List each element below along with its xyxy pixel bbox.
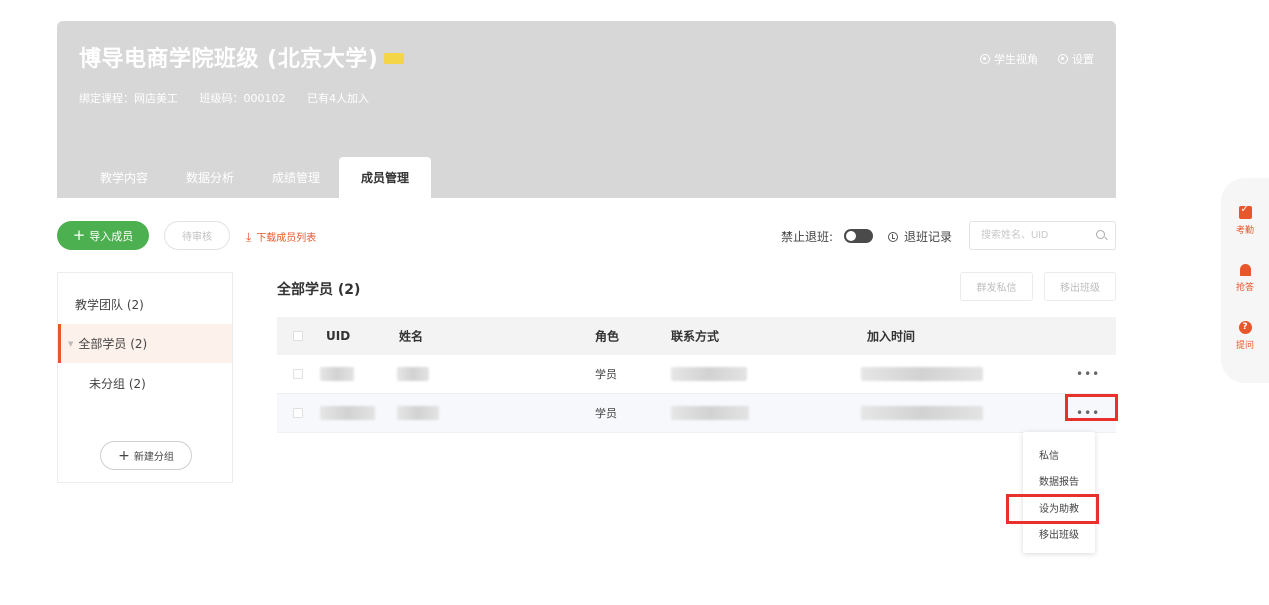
sidebar-item-teaching-team[interactable]: 教学团队 (2) bbox=[58, 285, 232, 324]
download-icon: ⤓ bbox=[246, 229, 252, 244]
sidebar-item-all-label: 全部学员 (2) bbox=[78, 337, 148, 351]
tab-teaching-content[interactable]: 教学内容 bbox=[81, 157, 167, 198]
banner-actions: 学生视角 设置 bbox=[980, 51, 1094, 67]
forbid-quit-toggle[interactable] bbox=[844, 229, 873, 243]
plus-icon: + bbox=[118, 447, 130, 464]
menu-item-remove-from-class[interactable]: 移出班级 bbox=[1039, 526, 1079, 541]
tab-data-analysis[interactable]: 数据分析 bbox=[167, 157, 253, 198]
attendance-button[interactable]: 考勤 bbox=[1221, 204, 1269, 236]
menu-item-data-report[interactable]: 数据报告 bbox=[1039, 473, 1079, 488]
tab-grade-management[interactable]: 成绩管理 bbox=[253, 157, 339, 198]
new-group-label: 新建分组 bbox=[133, 452, 174, 463]
tab-member-management[interactable]: 成员管理 bbox=[339, 157, 432, 198]
student-view-label: 学生视角 bbox=[994, 53, 1038, 66]
new-group-button[interactable]: + 新建分组 bbox=[100, 441, 192, 470]
blurred-join-time bbox=[861, 367, 983, 381]
table-header: UID 姓名 角色 联系方式 加入时间 bbox=[277, 317, 1116, 355]
search-icon[interactable] bbox=[1096, 230, 1105, 239]
class-banner: 博导电商学院班级 (北京大学) 绑定课程：网店美工 班级码：000102 已有4… bbox=[57, 21, 1116, 198]
more-options-highlight bbox=[1065, 394, 1118, 421]
import-members-label: 导入成员 bbox=[89, 229, 134, 243]
sidebar-item-all-students[interactable]: ▼ 全部学员 (2) bbox=[58, 324, 232, 363]
student-table: UID 姓名 角色 联系方式 加入时间 学员 ••• 学员 ••• bbox=[277, 317, 1116, 433]
floating-toolbar: 考勤 抢答 ? 提问 bbox=[1221, 178, 1269, 383]
attendance-label: 考勤 bbox=[1235, 226, 1254, 236]
sidebar-item-ungrouped[interactable]: 未分组 (2) bbox=[58, 364, 232, 403]
attendance-icon bbox=[1238, 204, 1252, 219]
download-label: 下载成员列表 bbox=[256, 233, 317, 244]
class-title: 博导电商学院班级 (北京大学) bbox=[79, 41, 405, 73]
bulk-message-button[interactable]: 群发私信 bbox=[960, 272, 1033, 301]
title-badge-icon bbox=[384, 52, 405, 64]
plus-icon: + bbox=[72, 226, 86, 244]
column-header-contact: 联系方式 bbox=[671, 329, 720, 344]
search-input[interactable] bbox=[970, 222, 1085, 249]
set-assistant-highlight bbox=[1006, 494, 1099, 524]
select-all-checkbox[interactable] bbox=[293, 331, 303, 341]
column-header-name: 姓名 bbox=[399, 329, 424, 344]
row-checkbox[interactable] bbox=[293, 408, 303, 418]
role-cell: 学员 bbox=[595, 407, 617, 420]
gear-icon bbox=[1058, 54, 1068, 64]
grab-answer-button[interactable]: 抢答 bbox=[1221, 264, 1269, 293]
joined-count: 已有4人加入 bbox=[307, 92, 369, 105]
quit-record-link[interactable]: 退班记录 bbox=[888, 228, 952, 245]
caret-down-icon: ▼ bbox=[68, 339, 74, 348]
question-label: 提问 bbox=[1235, 341, 1254, 351]
blurred-contact bbox=[671, 367, 747, 381]
column-header-join-time: 加入时间 bbox=[867, 329, 916, 344]
class-meta: 绑定课程：网店美工 班级码：000102 已有4人加入 bbox=[79, 90, 387, 106]
question-icon: ? bbox=[1238, 321, 1252, 334]
class-title-text: 博导电商学院班级 (北京大学) bbox=[79, 47, 379, 72]
menu-item-private-message[interactable]: 私信 bbox=[1039, 447, 1059, 462]
quit-record-label: 退班记录 bbox=[904, 230, 953, 244]
grab-answer-label: 抢答 bbox=[1235, 283, 1254, 293]
search-box bbox=[969, 221, 1116, 250]
bell-icon bbox=[1239, 264, 1251, 276]
blurred-join-time bbox=[861, 406, 983, 420]
group-sidebar: 教学团队 (2) ▼ 全部学员 (2) 未分组 (2) + 新建分组 bbox=[57, 272, 233, 483]
role-cell: 学员 bbox=[595, 368, 617, 381]
student-view-button[interactable]: 学生视角 bbox=[980, 51, 1038, 67]
table-row: 学员 ••• bbox=[277, 394, 1116, 433]
bound-course: 绑定课程：网店美工 bbox=[79, 92, 178, 105]
remove-from-class-button[interactable]: 移出班级 bbox=[1044, 272, 1116, 301]
column-header-role: 角色 bbox=[595, 329, 620, 344]
column-header-uid: UID bbox=[326, 329, 351, 343]
blurred-name bbox=[397, 367, 429, 381]
row-actions-menu: 私信 数据报告 设为助教 移出班级 bbox=[1023, 432, 1095, 553]
blurred-uid bbox=[320, 406, 375, 420]
more-options-button[interactable]: ••• bbox=[1076, 367, 1100, 381]
table-row: 学员 ••• bbox=[277, 355, 1116, 394]
blurred-name bbox=[397, 406, 439, 420]
blurred-contact bbox=[671, 406, 749, 420]
settings-button[interactable]: 设置 bbox=[1058, 51, 1094, 67]
tab-bar: 教学内容 数据分析 成绩管理 成员管理 bbox=[81, 157, 432, 198]
download-member-list-link[interactable]: ⤓ 下载成员列表 bbox=[246, 229, 317, 245]
settings-label: 设置 bbox=[1072, 53, 1094, 66]
class-code: 班级码：000102 bbox=[199, 92, 286, 105]
blurred-uid bbox=[320, 367, 354, 381]
row-checkbox[interactable] bbox=[293, 369, 303, 379]
import-members-button[interactable]: + 导入成员 bbox=[57, 221, 149, 250]
section-title: 全部学员 (2) bbox=[277, 282, 361, 298]
clock-icon bbox=[888, 231, 898, 242]
question-button[interactable]: ? 提问 bbox=[1221, 321, 1269, 351]
forbid-quit-label: 禁止退班: bbox=[781, 230, 834, 244]
pending-review-button[interactable]: 待审核 bbox=[164, 221, 230, 250]
eye-icon bbox=[980, 54, 990, 64]
